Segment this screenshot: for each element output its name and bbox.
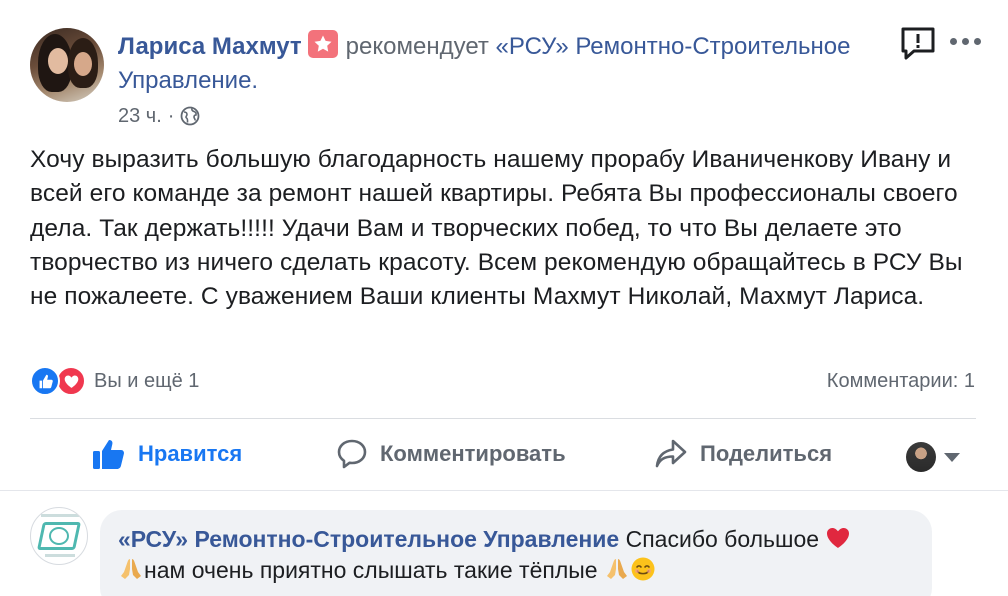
post-time[interactable]: 23 ч.: [118, 103, 162, 129]
divider: [0, 490, 1008, 491]
report-icon[interactable]: [900, 26, 936, 60]
reactors-text[interactable]: Вы и ещё 1: [94, 370, 199, 393]
audience-selector[interactable]: [906, 442, 960, 472]
author-name[interactable]: Лариса Махмут: [118, 33, 302, 60]
more-icon[interactable]: [950, 34, 984, 48]
author-avatar[interactable]: [30, 28, 104, 102]
love-reaction-icon: [56, 366, 86, 396]
comment-icon: [337, 439, 367, 469]
heart-emoji: [827, 528, 850, 548]
action-bar: Нравится Комментировать Поделиться: [30, 430, 976, 482]
globe-icon[interactable]: [180, 106, 200, 126]
pray-emoji: [606, 559, 627, 579]
viewer-avatar: [906, 442, 936, 472]
divider: [30, 418, 976, 419]
pray-emoji: [121, 559, 141, 579]
like-label: Нравится: [138, 441, 243, 466]
thumbs-up-icon: [93, 440, 125, 469]
comment-label: Комментировать: [380, 441, 566, 466]
share-label: Поделиться: [700, 441, 833, 466]
post-text: Хочу выразить большую благодарность наше…: [30, 146, 963, 311]
share-icon: [655, 439, 687, 468]
smile-emoji: [631, 557, 655, 581]
caret-down-icon: [944, 452, 960, 462]
post-card: Лариса Махмут рекомендует «РСУ» Ремонтно-…: [0, 0, 1008, 596]
comment-text-1: Спасибо большое: [625, 526, 820, 552]
star-badge-icon: [307, 30, 338, 58]
post-header: Лариса Махмут рекомендует «РСУ» Ремонтно-…: [118, 30, 878, 98]
comment-author[interactable]: «РСУ» Ремонтно-Строительное Управление: [118, 526, 619, 552]
like-button[interactable]: Нравится: [92, 438, 242, 470]
share-button[interactable]: Поделиться: [654, 438, 832, 470]
timestamp-row: 23 ч. ·: [118, 103, 200, 129]
comment-bubble: «РСУ» Ремонтно-Строительное Управление С…: [100, 510, 932, 596]
comments-count[interactable]: Комментарии: 1: [827, 370, 975, 393]
comment-button[interactable]: Комментировать: [336, 438, 566, 470]
recommends-verb: рекомендует: [345, 33, 489, 60]
comment-text-2: нам очень приятно слышать такие тёплые: [144, 557, 598, 583]
like-reaction-icon: [30, 366, 60, 396]
page-avatar[interactable]: [30, 507, 88, 565]
reactions-summary[interactable]: Вы и ещё 1: [30, 366, 199, 396]
separator: ·: [167, 105, 175, 127]
